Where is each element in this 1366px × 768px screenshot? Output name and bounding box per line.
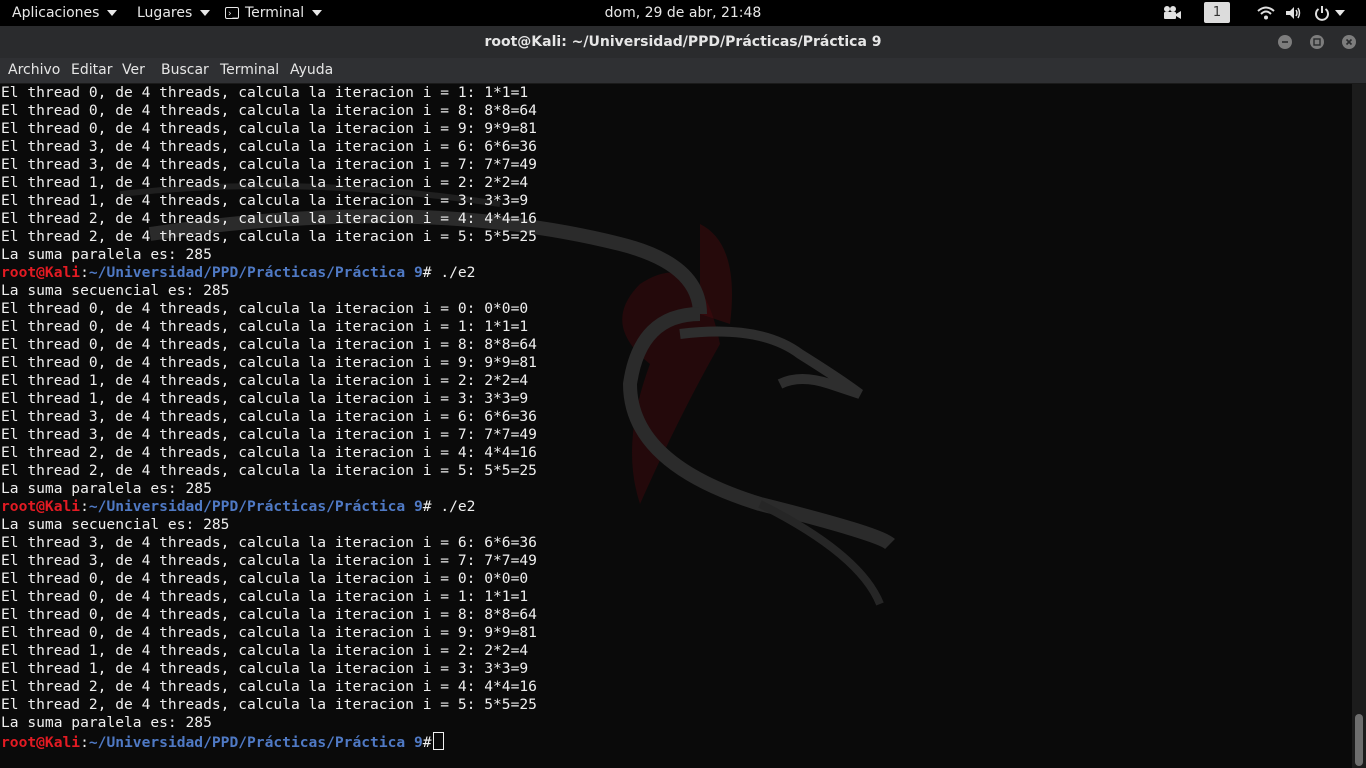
prompt-path: ~/Universidad/PPD/Prácticas/Práctica 9: [88, 498, 423, 515]
output-line: El thread 0, de 4 threads, calcula la it…: [1, 606, 537, 623]
output-line: El thread 3, de 4 threads, calcula la it…: [1, 138, 537, 155]
output-line: El thread 1, de 4 threads, calcula la it…: [1, 174, 529, 191]
prompt-command: # ./e2: [422, 264, 476, 281]
chevron-down-icon: [1335, 10, 1345, 16]
video-camera-icon[interactable]: [1162, 0, 1182, 26]
workspace-indicator[interactable]: 1: [1204, 2, 1230, 23]
prompt-path: ~/Universidad/PPD/Prácticas/Práctica 9: [88, 264, 423, 281]
terminal-scrollbar[interactable]: [1352, 84, 1366, 768]
output-line: El thread 2, de 4 threads, calcula la it…: [1, 462, 537, 479]
clock-label: dom, 29 de abr, 21:48: [604, 5, 762, 21]
output-line: La suma secuencial es: 285: [1, 516, 230, 533]
prompt-user: root@Kali: [1, 264, 81, 281]
output-line: El thread 0, de 4 threads, calcula la it…: [1, 588, 529, 605]
output-line: El thread 2, de 4 threads, calcula la it…: [1, 228, 537, 245]
output-line: El thread 3, de 4 threads, calcula la it…: [1, 156, 537, 173]
output-line: El thread 1, de 4 threads, calcula la it…: [1, 642, 529, 659]
output-line: El thread 2, de 4 threads, calcula la it…: [1, 696, 537, 713]
window-title: root@Kali: ~/Universidad/PPD/Prácticas/P…: [484, 34, 882, 50]
scrollbar-thumb[interactable]: [1355, 714, 1363, 766]
output-line: El thread 0, de 4 threads, calcula la it…: [1, 84, 529, 101]
prompt-colon: :: [80, 264, 89, 281]
prompt-colon: :: [80, 734, 89, 751]
prompt-command: #: [422, 734, 432, 751]
menu-editar[interactable]: Editar: [71, 58, 112, 83]
volume-icon[interactable]: [1285, 0, 1303, 26]
output-line: El thread 3, de 4 threads, calcula la it…: [1, 408, 537, 425]
output-line: El thread 0, de 4 threads, calcula la it…: [1, 354, 537, 371]
output-line: La suma secuencial es: 285: [1, 282, 230, 299]
terminal-output: El thread 0, de 4 threads, calcula la it…: [1, 84, 537, 751]
text-cursor: [432, 732, 444, 750]
output-line: El thread 1, de 4 threads, calcula la it…: [1, 192, 529, 209]
menu-buscar[interactable]: Buscar: [161, 58, 209, 83]
prompt-line: root@Kali:~/Universidad/PPD/Prácticas/Pr…: [1, 264, 537, 282]
output-line: El thread 0, de 4 threads, calcula la it…: [1, 318, 529, 335]
prompt-line: root@Kali:~/Universidad/PPD/Prácticas/Pr…: [1, 498, 537, 516]
output-line: La suma paralela es: 285: [1, 480, 212, 497]
output-line: El thread 3, de 4 threads, calcula la it…: [1, 534, 537, 551]
minimize-button[interactable]: [1278, 35, 1292, 49]
menu-ayuda[interactable]: Ayuda: [290, 58, 333, 83]
output-line: El thread 1, de 4 threads, calcula la it…: [1, 372, 529, 389]
output-line: El thread 1, de 4 threads, calcula la it…: [1, 660, 529, 677]
prompt-user: root@Kali: [1, 734, 81, 751]
output-line: El thread 0, de 4 threads, calcula la it…: [1, 570, 529, 587]
menu-ver[interactable]: Ver: [122, 58, 145, 83]
output-line: El thread 0, de 4 threads, calcula la it…: [1, 300, 529, 317]
wifi-icon[interactable]: [1257, 0, 1275, 26]
output-line: El thread 0, de 4 threads, calcula la it…: [1, 120, 537, 137]
menu-terminal[interactable]: Terminal: [220, 58, 279, 83]
terminal-area[interactable]: El thread 0, de 4 threads, calcula la it…: [0, 84, 1352, 768]
prompt-path: ~/Universidad/PPD/Prácticas/Práctica 9: [88, 734, 423, 751]
output-line: El thread 2, de 4 threads, calcula la it…: [1, 444, 537, 461]
output-line: La suma paralela es: 285: [1, 246, 212, 263]
menubar: Archivo Editar Ver Buscar Terminal Ayuda: [0, 58, 1366, 84]
output-line: El thread 1, de 4 threads, calcula la it…: [1, 390, 529, 407]
top-panel: Aplicaciones Lugares Terminal dom, 29 de…: [0, 0, 1366, 27]
menu-archivo[interactable]: Archivo: [8, 58, 60, 83]
output-line: La suma paralela es: 285: [1, 714, 212, 731]
close-button[interactable]: [1342, 35, 1356, 49]
output-line: El thread 3, de 4 threads, calcula la it…: [1, 426, 537, 443]
prompt-line: root@Kali:~/Universidad/PPD/Prácticas/Pr…: [1, 732, 537, 751]
maximize-button[interactable]: [1310, 35, 1324, 49]
window-titlebar[interactable]: root@Kali: ~/Universidad/PPD/Prácticas/P…: [0, 26, 1366, 58]
prompt-colon: :: [80, 498, 89, 515]
prompt-command: # ./e2: [422, 498, 476, 515]
output-line: El thread 0, de 4 threads, calcula la it…: [1, 624, 537, 641]
output-line: El thread 0, de 4 threads, calcula la it…: [1, 102, 537, 119]
output-line: El thread 2, de 4 threads, calcula la it…: [1, 210, 537, 227]
power-icon[interactable]: [1314, 0, 1345, 26]
output-line: El thread 0, de 4 threads, calcula la it…: [1, 336, 537, 353]
output-line: El thread 3, de 4 threads, calcula la it…: [1, 552, 537, 569]
output-line: El thread 2, de 4 threads, calcula la it…: [1, 678, 537, 695]
prompt-user: root@Kali: [1, 498, 81, 515]
